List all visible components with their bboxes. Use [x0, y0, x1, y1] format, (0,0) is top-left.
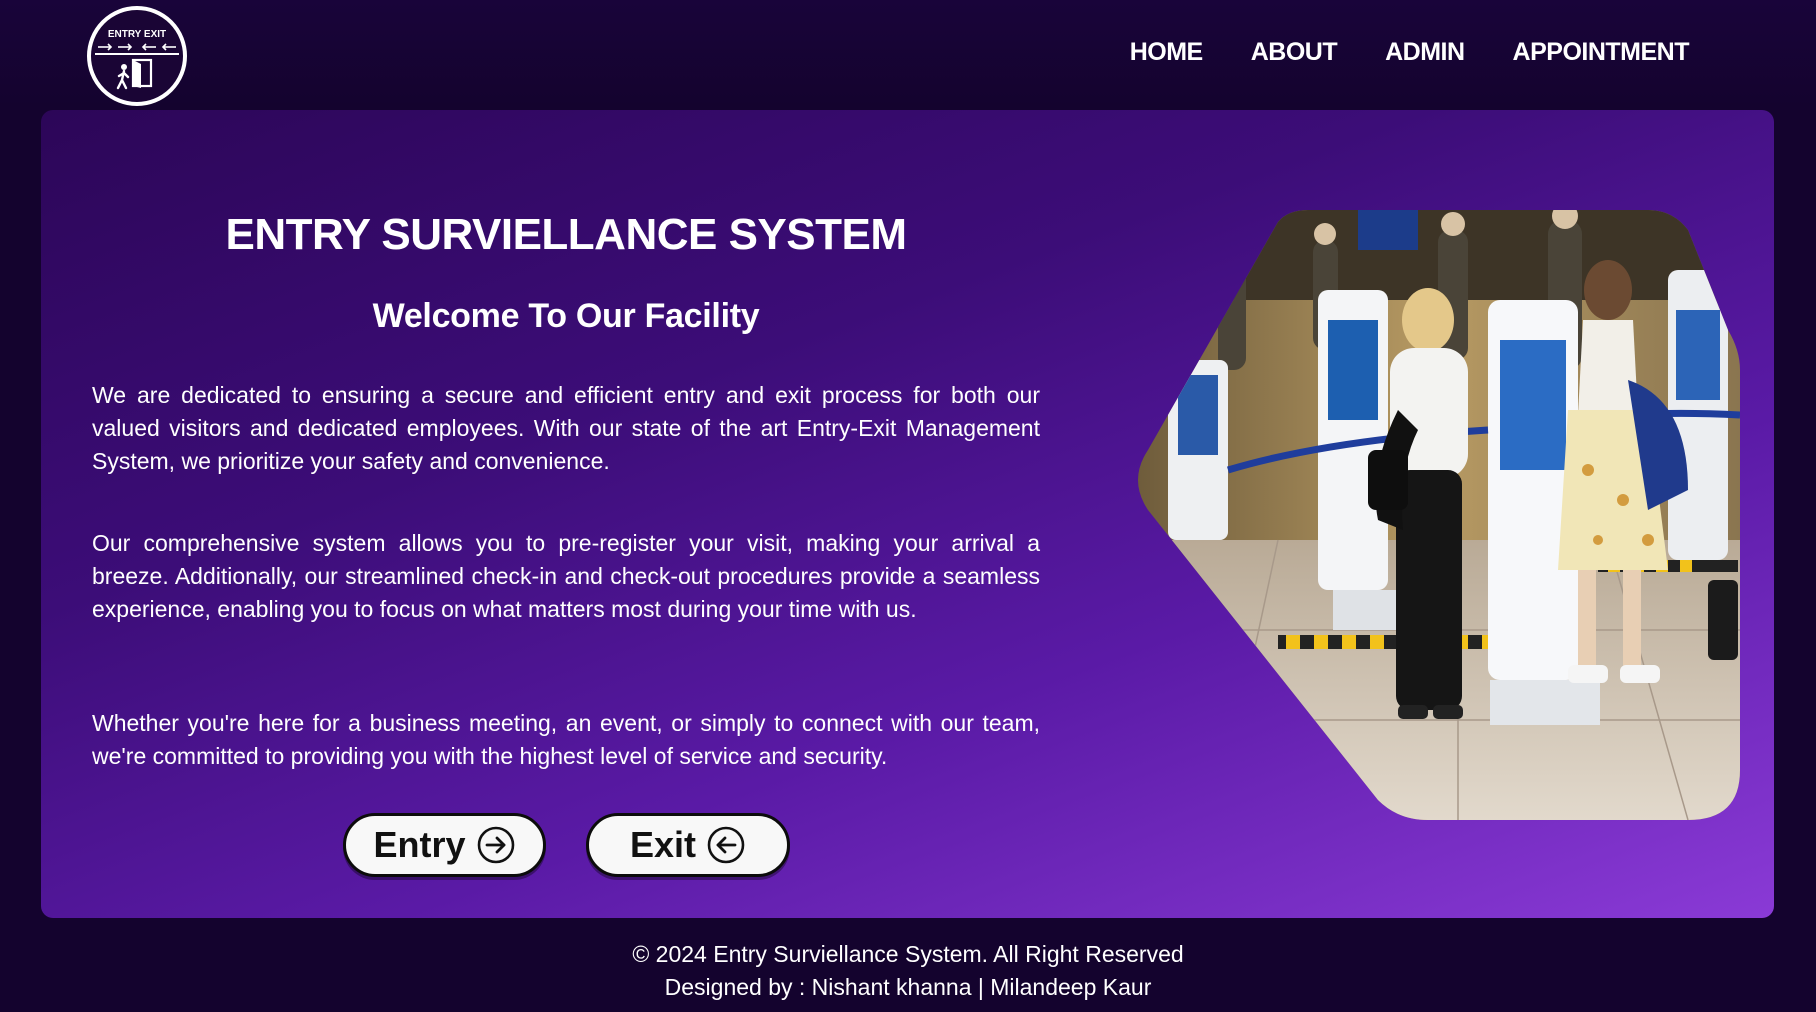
entry-exit-logo[interactable]: ENTRY EXIT [87, 6, 187, 106]
arrow-right-circle-icon [477, 826, 514, 864]
copyright-text: © 2024 Entry Surviellance System. All Ri… [632, 941, 1184, 967]
exit-button-label: Exit [629, 824, 697, 865]
entry-exit-logo-icon: ENTRY EXIT [95, 29, 179, 90]
site-footer: © 2024 Entry Surviellance System. All Ri… [0, 938, 1816, 1004]
service-paragraph: Whether you're here for a business meeti… [92, 710, 1040, 769]
logo-text: ENTRY EXIT [108, 29, 166, 40]
welcome-subtitle: Welcome To Our Facility [372, 297, 760, 335]
system-paragraph: Our comprehensive system allows you to p… [92, 530, 1040, 622]
entry-button[interactable]: Entry [343, 813, 546, 877]
site-header: ENTRY EXIT HOME ABOUT ADMIN APPOINTMENT [0, 0, 1816, 108]
kiosk-photo-illustration [1138, 210, 1740, 820]
nav-admin-link[interactable]: ADMIN [1385, 38, 1465, 67]
designer-credits: Designed by : Nishant khanna | Milandeep… [664, 974, 1152, 1000]
nav-about-link[interactable]: ABOUT [1251, 38, 1338, 67]
hero-section: ENTRY SURVIELLANCE SYSTEM Welcome To Our… [41, 110, 1774, 918]
nav-appointment-link[interactable]: APPOINTMENT [1513, 38, 1690, 67]
page-title: ENTRY SURVIELLANCE SYSTEM [225, 210, 907, 259]
exit-button[interactable]: Exit [586, 813, 790, 877]
nav-home-link[interactable]: HOME [1130, 38, 1204, 67]
kiosk-photo [1128, 210, 1740, 820]
arrow-left-circle-icon [707, 826, 745, 864]
entry-button-label: Entry [373, 824, 466, 865]
intro-paragraph: We are dedicated to ensuring a secure an… [92, 382, 1040, 474]
main-nav: HOME ABOUT ADMIN APPOINTMENT [1130, 38, 1690, 67]
